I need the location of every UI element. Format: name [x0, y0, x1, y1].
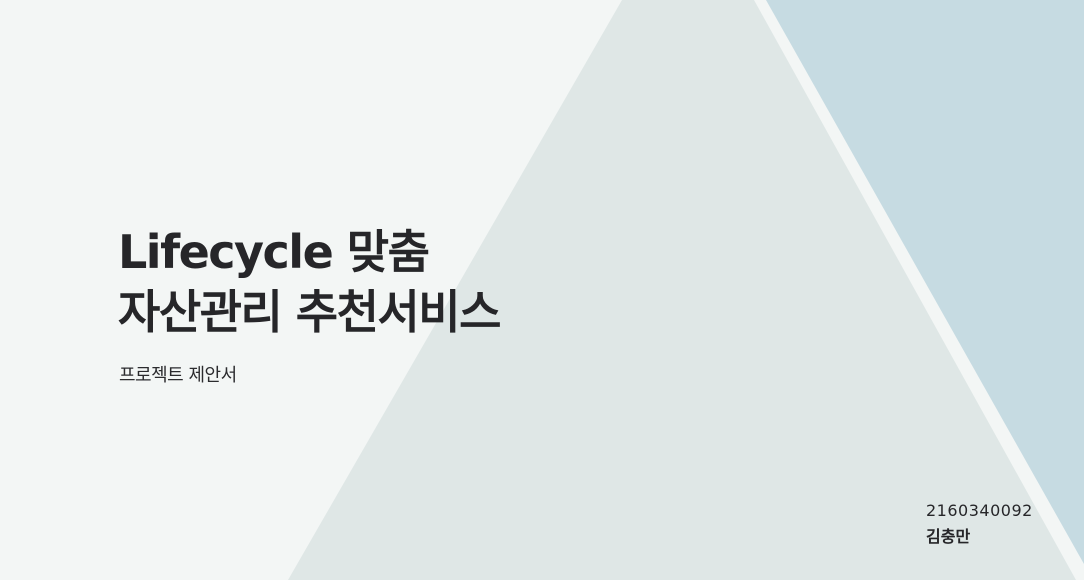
student-id: 2160340092 [926, 501, 1033, 520]
title-line-2: 자산관리 추천서비스 [118, 285, 501, 339]
title-slide: Lifecycle 맞춤 자산관리 추천서비스 프로젝트 제안서 2160340… [0, 0, 1084, 580]
slide-title: Lifecycle 맞춤 자산관리 추천서비스 [118, 222, 501, 342]
slide-subtitle: 프로젝트 제안서 [119, 365, 237, 386]
title-line-1: Lifecycle 맞춤 [118, 225, 430, 279]
author-name: 김충만 [926, 527, 971, 546]
author-block: 2160340092 김충만 [926, 498, 1033, 550]
